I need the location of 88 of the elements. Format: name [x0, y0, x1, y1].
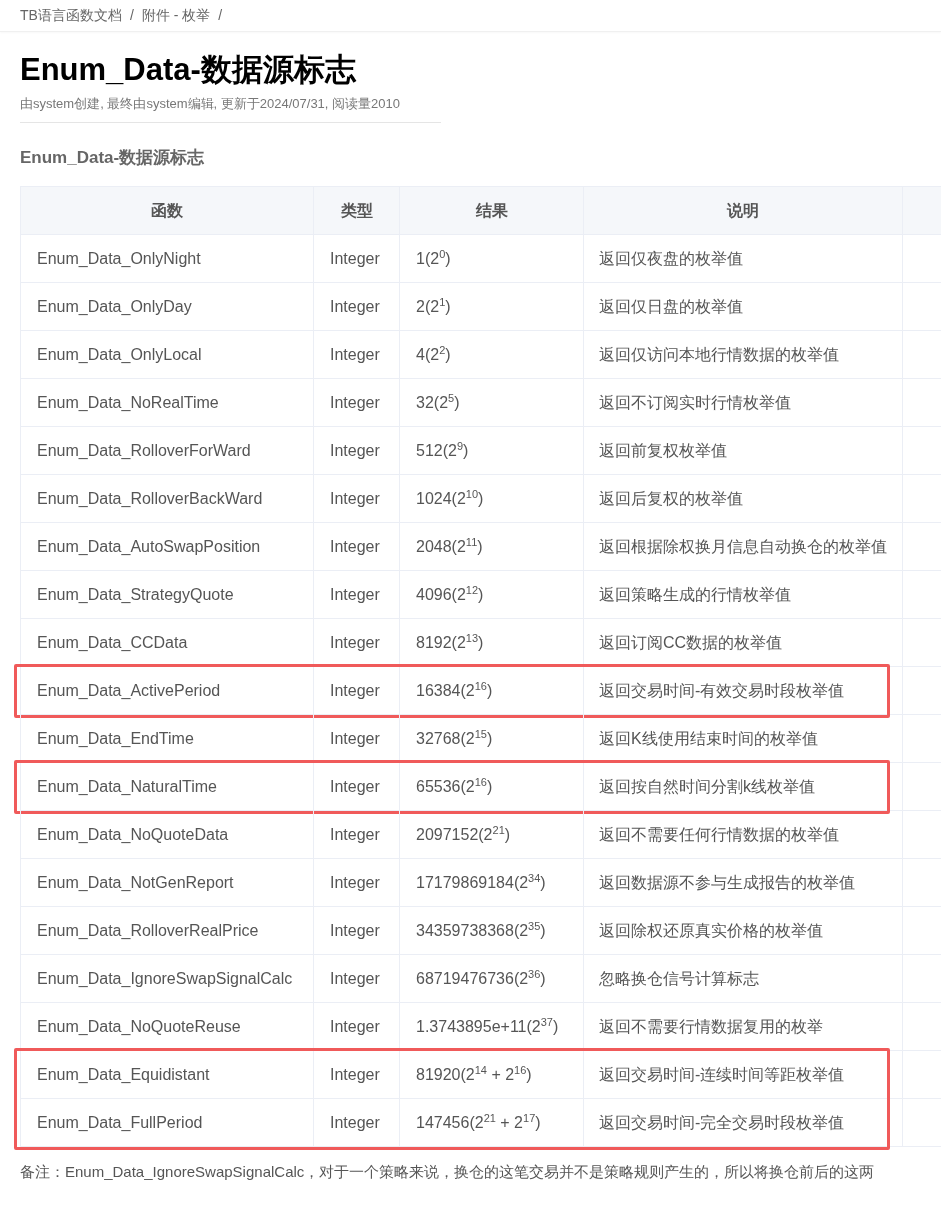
type-cell: Integer: [314, 283, 400, 330]
result-cell: 68719476736(2$^{36}$): [400, 955, 584, 1002]
function-cell: Enum_Data_RolloverRealPrice: [20, 907, 314, 954]
column-header: 类型: [314, 187, 400, 234]
function-cell: Enum_Data_ActivePeriod: [20, 667, 314, 714]
result-cell: 1024(2$^{10}$): [400, 475, 584, 522]
description-cell: 返回不需要任何行情数据的枚举值: [584, 811, 903, 858]
result-cell: 34359738368(2$^{35}$): [400, 907, 584, 954]
type-cell: Integer: [314, 571, 400, 618]
function-cell: Enum_Data_StrategyQuote: [20, 571, 314, 618]
breadcrumb-link[interactable]: 附件 - 枚举: [141, 5, 211, 26]
function-cell: Enum_Data_CCData: [20, 619, 314, 666]
breadcrumb-link[interactable]: TB语言函数文档: [20, 5, 122, 26]
description-cell: 返回不订阅实时行情枚举值: [584, 379, 903, 426]
page-title: Enum_Data-数据源标志: [20, 51, 357, 89]
description-cell: 返回交易时间-完全交易时段枚举值: [584, 1099, 903, 1146]
description-cell: 返回前复权枚举值: [584, 427, 903, 474]
function-cell: Enum_Data_Equidistant: [20, 1051, 314, 1098]
column-header: 结果: [400, 187, 584, 234]
description-cell: 返回后复权的枚举值: [584, 475, 903, 522]
result-cell: 4(2$^{2}$): [400, 331, 584, 378]
type-cell: Integer: [314, 235, 400, 282]
function-cell: Enum_Data_IgnoreSwapSignalCalc: [20, 955, 314, 1002]
result-cell: 81920(2$^{14}$ + 2$^{16}$): [400, 1051, 584, 1098]
description-cell: 返回仅日盘的枚举值: [584, 283, 903, 330]
result-cell: 32(2$^{5}$): [400, 379, 584, 426]
type-cell: Integer: [314, 427, 400, 474]
result-cell: 8192(2$^{13}$): [400, 619, 584, 666]
description-cell: 返回按自然时间分割k线枚举值: [584, 763, 903, 810]
description-cell: 返回策略生成的行情枚举值: [584, 571, 903, 618]
description-cell: 返回K线使用结束时间的枚举值: [584, 715, 903, 762]
type-cell: Integer: [314, 715, 400, 762]
function-cell: Enum_Data_OnlyNight: [20, 235, 314, 282]
result-cell: 1(2$^{0}$): [400, 235, 584, 282]
page-meta: 由system创建, 最终由system编辑, 更新于2024/07/31, 阅读量2010: [20, 94, 441, 123]
result-cell: 65536(2$^{16}$): [400, 763, 584, 810]
description-cell: 返回根据除权换月信息自动换仓的枚举值: [584, 523, 903, 570]
function-cell: Enum_Data_OnlyLocal: [20, 331, 314, 378]
result-cell: 1.3743895e+11(2$^{37}$): [400, 1003, 584, 1050]
result-cell: 4096(2$^{12}$): [400, 571, 584, 618]
result-cell: 2048(2$^{11}$): [400, 523, 584, 570]
type-cell: Integer: [314, 907, 400, 954]
result-cell: 147456(2$^{21}$ + 2$^{17}$): [400, 1099, 584, 1146]
function-cell: Enum_Data_FullPeriod: [20, 1099, 314, 1146]
type-cell: Integer: [314, 1051, 400, 1098]
type-cell: Integer: [314, 763, 400, 810]
section-heading: Enum_Data-数据源标志: [20, 146, 206, 169]
description-cell: 忽略换仓信号计算标志: [584, 955, 903, 1002]
type-cell: Integer: [314, 331, 400, 378]
description-cell: 返回除权还原真实价格的枚举值: [584, 907, 903, 954]
result-cell: 2(2$^{1}$): [400, 283, 584, 330]
function-cell: Enum_Data_NoRealTime: [20, 379, 314, 426]
description-cell: 返回不需要行情数据复用的枚举: [584, 1003, 903, 1050]
result-cell: 32768(2$^{15}$): [400, 715, 584, 762]
result-cell: 17179869184(2$^{34}$): [400, 859, 584, 906]
breadcrumb-separator: /: [218, 6, 223, 25]
type-cell: Integer: [314, 1099, 400, 1146]
description-cell: 返回数据源不参与生成报告的枚举值: [584, 859, 903, 906]
function-cell: Enum_Data_OnlyDay: [20, 283, 314, 330]
description-cell: 返回订阅CC数据的枚举值: [584, 619, 903, 666]
column-header: 函数: [20, 187, 314, 234]
type-cell: Integer: [314, 955, 400, 1002]
type-cell: Integer: [314, 859, 400, 906]
type-cell: Integer: [314, 811, 400, 858]
function-cell: Enum_Data_NoQuoteReuse: [20, 1003, 314, 1050]
breadcrumb-separator: /: [129, 6, 134, 25]
description-cell: 返回仅访问本地行情数据的枚举值: [584, 331, 903, 378]
function-cell: Enum_Data_RolloverBackWard: [20, 475, 314, 522]
type-cell: Integer: [314, 667, 400, 714]
type-cell: Integer: [314, 379, 400, 426]
function-cell: Enum_Data_RolloverForWard: [20, 427, 314, 474]
type-cell: Integer: [314, 1003, 400, 1050]
function-cell: Enum_Data_NotGenReport: [20, 859, 314, 906]
result-cell: 512(2$^{9}$): [400, 427, 584, 474]
function-cell: Enum_Data_EndTime: [20, 715, 314, 762]
type-cell: Integer: [314, 619, 400, 666]
type-cell: Integer: [314, 523, 400, 570]
function-cell: Enum_Data_NoQuoteData: [20, 811, 314, 858]
type-cell: Integer: [314, 475, 400, 522]
result-cell: 2097152(2$^{21}$): [400, 811, 584, 858]
function-cell: Enum_Data_NaturalTime: [20, 763, 314, 810]
description-cell: 返回仅夜盘的枚举值: [584, 235, 903, 282]
column-header: 说明: [584, 187, 903, 234]
function-cell: Enum_Data_AutoSwapPosition: [20, 523, 314, 570]
note-text: 备注：Enum_Data_IgnoreSwapSignalCalc，对于一个策略来说，换仓的这笔交易并不是策略规则产生的，所以将换仓前后的这两: [20, 1162, 876, 1182]
result-cell: 16384(2$^{16}$): [400, 667, 584, 714]
description-cell: 返回交易时间-连续时间等距枚举值: [584, 1051, 903, 1098]
description-cell: 返回交易时间-有效交易时段枚举值: [584, 667, 903, 714]
